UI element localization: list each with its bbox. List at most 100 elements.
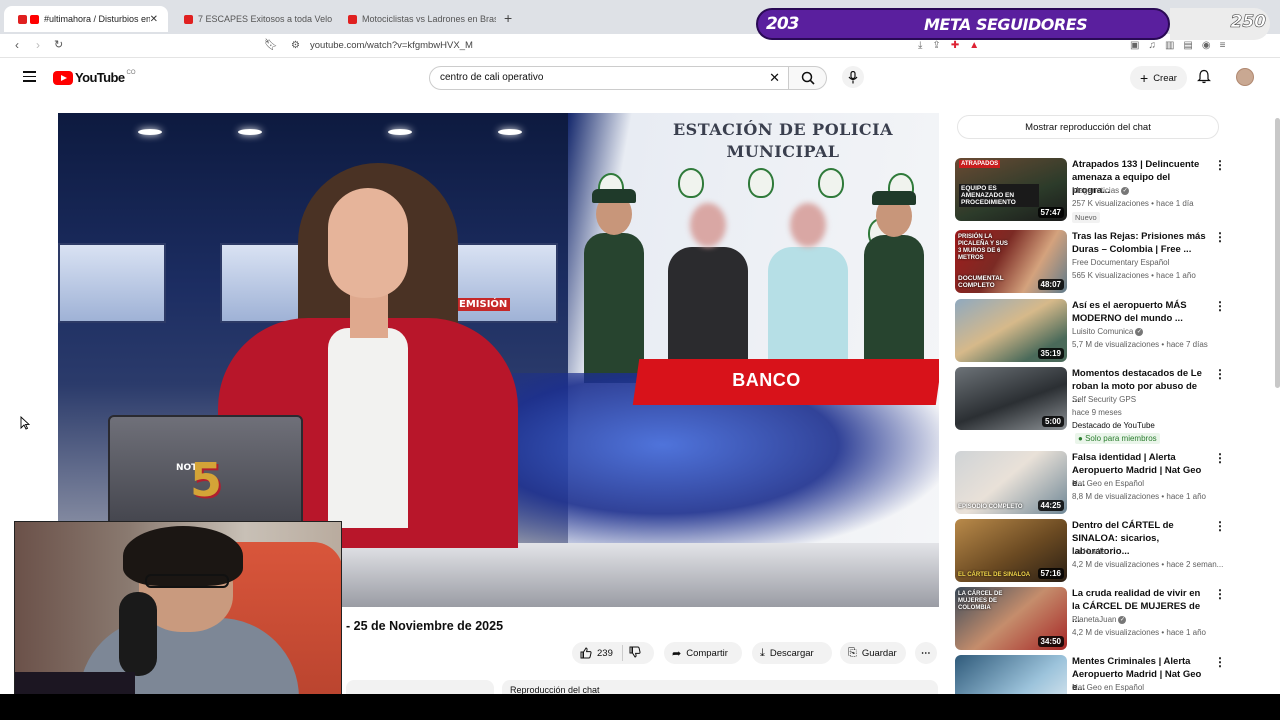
search-value: centro de cali operativo xyxy=(440,72,544,83)
more-vertical-icon[interactable]: ⋮ xyxy=(1214,587,1226,601)
noti5-logo: NOTI 5 xyxy=(176,453,236,513)
more-actions-button[interactable]: ⋯ xyxy=(915,642,937,664)
channel-name[interactable]: Luisito Comunica ✓ xyxy=(1072,327,1144,336)
video-metadata: 4,2 M de visualizaciones • hace 2 seman.… xyxy=(1072,560,1224,569)
banner-banco: BANCO xyxy=(632,359,939,405)
profile-icon[interactable]: ◉ xyxy=(1202,40,1211,51)
thumbnail-caption: LA CÁRCEL DE MUJERES DE COLOMBIA xyxy=(958,591,1003,611)
forward-icon[interactable]: › xyxy=(36,38,40,52)
more-vertical-icon[interactable]: ⋮ xyxy=(1214,230,1226,244)
browser-tab-active[interactable]: #ultimahora / Disturbios en ... ✕ xyxy=(4,6,168,32)
follower-goal-target-box: 250 xyxy=(1170,8,1270,40)
video-thumbnail[interactable]: ATRAPADOS EQUIPO ES AMENAZADO EN PROCEDI… xyxy=(955,158,1067,221)
recommended-video[interactable]: Mentes Criminales | Alerta Aeropuerto Ma… xyxy=(955,655,1225,694)
video-title[interactable]: Así es el aeropuerto MÁS MODERNO del mun… xyxy=(1072,299,1207,325)
new-tab-icon[interactable]: + xyxy=(504,10,512,26)
recommended-video[interactable]: 35:19 Así es el aeropuerto MÁS MODERNO d… xyxy=(955,299,1226,363)
more-vertical-icon[interactable]: ⋮ xyxy=(1214,367,1226,381)
thumbnail-caption: EL CÁRTEL DE SINALOA xyxy=(958,572,1031,578)
recommended-video[interactable]: EL CÁRTEL DE SINALOA 57:16 Dentro del CÁ… xyxy=(955,519,1226,583)
more-vertical-icon[interactable]: ⋮ xyxy=(1214,451,1226,465)
url-field[interactable]: youtube.com/watch?v=kfgmbwHVX_M xyxy=(310,40,473,51)
voice-search-button[interactable] xyxy=(842,66,864,88)
more-vertical-icon[interactable]: ⋮ xyxy=(1214,655,1225,669)
tab-title: #ultimahora / Disturbios en ... xyxy=(44,14,150,24)
page-scrollbar[interactable] xyxy=(1275,118,1280,388)
thumbs-down-icon xyxy=(629,646,641,658)
reload-icon[interactable]: ↻ xyxy=(54,38,63,51)
extension-icon[interactable]: ▲ xyxy=(969,40,979,51)
recommended-video[interactable]: 5:00 Momentos destacados de Le roban la … xyxy=(955,367,1226,447)
show-chat-replay-label: Mostrar reproducción del chat xyxy=(1025,121,1151,133)
save-button[interactable]: ⎘ Guardar xyxy=(840,642,906,664)
video-duration: 48:07 xyxy=(1037,279,1064,290)
toolbar-icons: ▣ ♫ ▥ ▤ ◉ ≡ xyxy=(1130,40,1225,51)
recommended-video[interactable]: PRISIÓN LA PICALEÑA Y SUS 3 MUROS DE 6 M… xyxy=(955,230,1226,294)
share-page-icon[interactable]: ⇪ xyxy=(932,40,940,51)
youtube-favicon-icon xyxy=(18,14,27,24)
guide-menu-icon[interactable] xyxy=(23,71,36,85)
video-thumbnail[interactable]: 5:00 xyxy=(955,367,1067,430)
browser-tab[interactable]: 7 ESCAPES Exitosos a toda Velocidad xyxy=(170,6,332,32)
thumbnail-caption: ATRAPADOS xyxy=(959,160,1001,168)
notifications-bell-icon[interactable] xyxy=(1197,69,1211,84)
video-thumbnail[interactable]: PRISIÓN LA PICALEÑA Y SUS 3 MUROS DE 6 M… xyxy=(955,230,1067,293)
search-button[interactable] xyxy=(789,66,827,90)
video-thumbnail[interactable]: EL CÁRTEL DE SINALOA 57:16 xyxy=(955,519,1067,582)
search-input[interactable]: centro de cali operativo ✕ xyxy=(429,66,789,90)
show-chat-replay-button[interactable]: Mostrar reproducción del chat xyxy=(957,115,1219,139)
like-button[interactable]: 239 xyxy=(572,647,613,659)
media-icon[interactable]: ♫ xyxy=(1148,40,1156,51)
search-icon xyxy=(801,71,815,85)
more-vertical-icon[interactable]: ⋮ xyxy=(1214,519,1226,533)
channel-name[interactable]: Meganoticias ✓ xyxy=(1072,186,1130,195)
translate-icon[interactable]: ▣ xyxy=(1130,40,1139,51)
channel-name[interactable]: Free Documentary Español xyxy=(1072,258,1169,267)
back-icon[interactable]: ‹ xyxy=(15,38,19,52)
youtube-header: YouTube CO centro de cali operativo ✕ + … xyxy=(0,58,1280,98)
channel-name[interactable]: Self Security GPS xyxy=(1072,395,1136,404)
sidebar-icon[interactable]: ▥ xyxy=(1165,40,1174,51)
video-thumbnail[interactable] xyxy=(955,655,1067,694)
video-thumbnail[interactable]: EPISODIO COMPLETO 44:25 xyxy=(955,451,1067,514)
channel-name[interactable]: PlanetaJuan ✓ xyxy=(1072,615,1127,624)
recommended-video[interactable]: EPISODIO COMPLETO 44:25 Falsa identidad … xyxy=(955,451,1226,515)
more-vertical-icon[interactable]: ⋮ xyxy=(1214,299,1226,313)
close-tab-icon[interactable]: ✕ xyxy=(150,14,158,25)
youtube-logo[interactable]: YouTube CO xyxy=(53,70,135,85)
download-button[interactable]: ⤓ Descargar xyxy=(752,642,832,664)
verified-check-icon: ✓ xyxy=(1135,327,1144,336)
video-duration: 44:25 xyxy=(1037,500,1064,511)
video-thumbnail[interactable]: LA CÁRCEL DE MUJERES DE COLOMBIA 34:50 xyxy=(955,587,1067,650)
channel-name[interactable]: La Huella xyxy=(1072,547,1106,556)
extension-icon[interactable]: ✚ xyxy=(951,40,959,51)
recommended-video[interactable]: LA CÁRCEL DE MUJERES DE COLOMBIA 34:50 L… xyxy=(955,587,1226,651)
like-dislike-group: 239 xyxy=(572,642,654,664)
more-vertical-icon[interactable]: ⋮ xyxy=(1214,158,1226,172)
browser-tab[interactable]: Motociclistas vs Ladrones en Brasil xyxy=(334,6,496,32)
tab-search-icon[interactable]: ▤ xyxy=(1183,40,1192,51)
download-label: Descargar xyxy=(769,647,814,659)
create-button[interactable]: + Crear xyxy=(1130,66,1187,90)
user-avatar[interactable] xyxy=(1236,68,1254,86)
install-icon[interactable]: ⤓ xyxy=(918,40,922,51)
recording-dot-icon xyxy=(30,14,39,24)
bookmark-icon[interactable]: 🔖︎ xyxy=(264,38,278,51)
dislike-button[interactable] xyxy=(629,646,641,661)
video-title[interactable]: Tras las Rejas: Prisiones más Duras – Co… xyxy=(1072,230,1207,256)
police-officer xyxy=(584,189,644,383)
police-seal xyxy=(818,168,844,198)
police-title-line1: ESTACIÓN DE POLICIA xyxy=(672,120,894,139)
save-label: Guardar xyxy=(861,647,897,659)
channel-name[interactable]: Nat Geo en Español xyxy=(1072,683,1144,692)
video-thumbnail[interactable]: 35:19 xyxy=(955,299,1067,362)
share-button[interactable]: ➦ Compartir xyxy=(664,642,742,664)
address-bar-icons: ⤓ ⇪ ✚ ▲ xyxy=(918,40,979,51)
video-metadata: 8,8 M de visualizaciones • hace 1 año xyxy=(1072,492,1206,501)
clear-search-icon[interactable]: ✕ xyxy=(769,70,780,86)
recommended-video[interactable]: ATRAPADOS EQUIPO ES AMENAZADO EN PROCEDI… xyxy=(955,158,1226,223)
video-duration: 34:50 xyxy=(1037,636,1064,647)
channel-name[interactable]: Nat Geo en Español xyxy=(1072,479,1144,488)
site-info-icon[interactable]: ⚙ xyxy=(291,40,300,51)
menu-icon[interactable]: ≡ xyxy=(1220,40,1226,51)
